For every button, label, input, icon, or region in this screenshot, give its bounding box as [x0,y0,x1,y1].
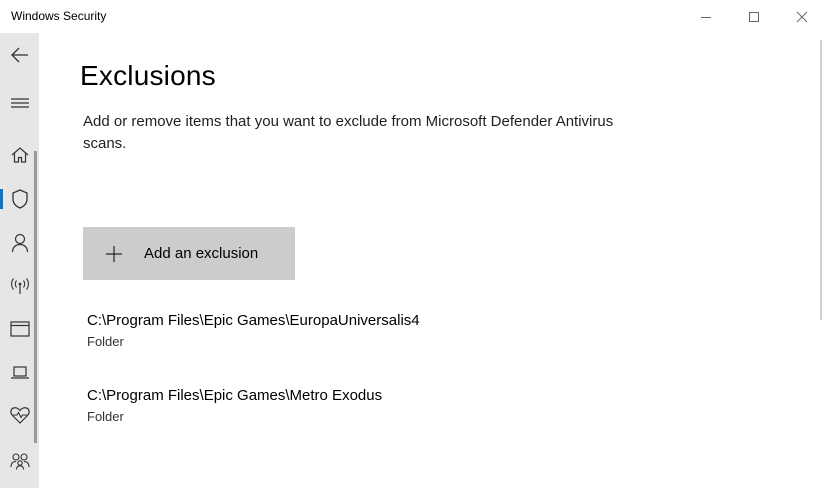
exclusion-item[interactable]: C:\Program Files\Epic Games\EuropaUniver… [87,311,587,351]
exclusion-item[interactable]: C:\Program Files\Epic Games\Metro Exodus… [87,386,587,426]
exclusion-type: Folder [87,334,124,349]
add-exclusion-label: Add an exclusion [144,245,259,262]
main-content: Exclusions Add or remove items that you … [39,33,825,488]
title-bar: Windows Security [0,0,825,33]
exclusion-type: Folder [87,409,124,424]
sidebar-scrollbar[interactable] [34,151,37,443]
minimize-button[interactable] [683,0,729,33]
menu-button[interactable] [0,83,39,123]
maximize-button[interactable] [731,0,777,33]
app-title: Windows Security [11,9,107,23]
page-description: Add or remove items that you want to exc… [83,113,614,152]
back-arrow-icon [10,47,28,63]
plus-icon [106,246,122,262]
minimize-icon [701,16,711,18]
page-title: Exclusions [80,60,216,91]
close-button[interactable] [779,0,825,33]
hamburger-menu-icon [10,98,29,108]
add-exclusion-button[interactable]: Add an exclusion [83,227,295,280]
shield-icon [11,189,28,209]
navigation-sidebar [0,33,39,488]
content-scrollbar[interactable] [820,40,822,320]
family-icon [9,453,30,470]
home-icon [11,147,28,163]
app-browser-icon [9,321,30,337]
exclusion-path: C:\Program Files\Epic Games\Metro Exodus [87,387,383,404]
maximize-icon [749,11,759,22]
laptop-icon [10,366,29,379]
close-icon [796,11,808,22]
sidebar-item-family-options[interactable] [0,441,39,481]
exclusion-path: C:\Program Files\Epic Games\EuropaUniver… [87,312,420,329]
person-icon [11,233,28,253]
back-button[interactable] [0,35,39,75]
wireless-antenna-icon [10,278,29,294]
heart-pulse-icon [9,407,30,424]
